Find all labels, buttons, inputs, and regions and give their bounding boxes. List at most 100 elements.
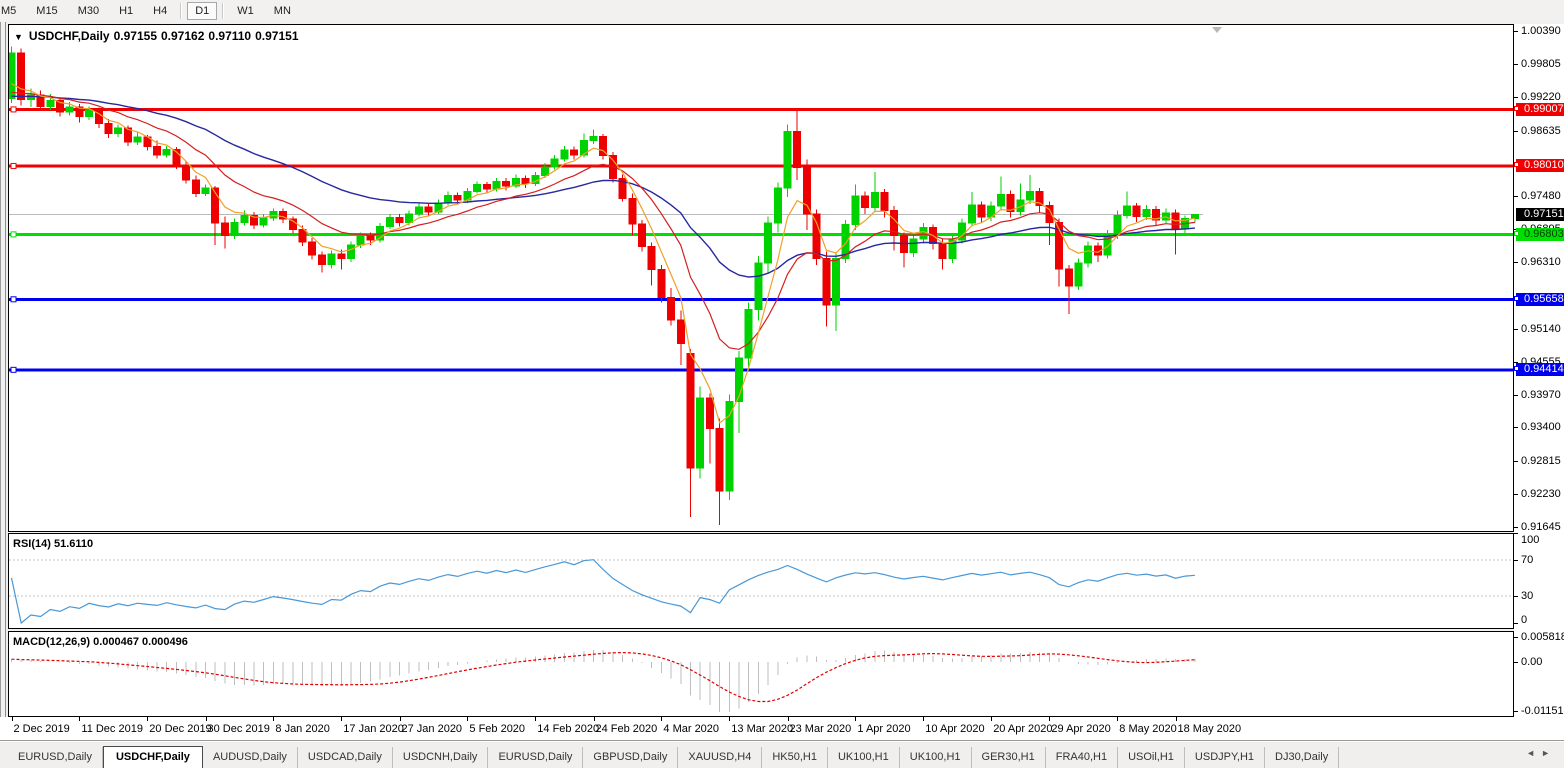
chart-tab-gbpusd-daily[interactable]: GBPUSD,Daily xyxy=(583,747,678,768)
axis-tick xyxy=(1514,494,1518,495)
chart-tab-usdcad-daily[interactable]: USDCAD,Daily xyxy=(298,747,393,768)
price-axis-label: 0.91645 xyxy=(1521,521,1561,533)
candles-layer xyxy=(9,46,1198,525)
chart-tab-usoil-h1[interactable]: USOil,H1 xyxy=(1118,747,1185,768)
level-right-handle[interactable] xyxy=(1514,366,1519,371)
macd-canvas xyxy=(9,632,1513,716)
chart-title: ▼USDCHF,Daily0.971550.971620.971100.9715… xyxy=(14,29,303,43)
ohlc-low: 0.97110 xyxy=(208,29,251,43)
date-tick xyxy=(535,717,536,721)
macd-indicator-pane[interactable] xyxy=(8,631,1514,717)
chart-tab-ger30-h1[interactable]: GER30,H1 xyxy=(972,747,1046,768)
level-right-handle[interactable] xyxy=(1514,106,1519,111)
tab-scroll-right-icon[interactable]: ► xyxy=(1541,748,1556,758)
axis-tick xyxy=(1514,31,1518,32)
ma-slow-line xyxy=(12,96,1195,277)
macd-histogram xyxy=(12,650,1195,712)
date-tick xyxy=(729,717,730,721)
tab-scroll-arrows[interactable]: ◄► xyxy=(1526,748,1556,758)
axis-tick xyxy=(1514,64,1518,65)
date-label: 5 Feb 2020 xyxy=(469,723,525,735)
timeframe-button-h4[interactable]: H4 xyxy=(145,2,175,20)
price-axis-label: 0.93400 xyxy=(1521,421,1561,433)
rsi-indicator-pane[interactable] xyxy=(8,533,1514,629)
axis-tick xyxy=(1514,662,1518,663)
level-left-handle[interactable] xyxy=(11,232,16,237)
axis-tick xyxy=(1514,623,1518,624)
timeframe-button-d1[interactable]: D1 xyxy=(187,2,217,20)
level-price-tag-0.95658: 0.95658 xyxy=(1516,293,1564,306)
timeframe-button-h1[interactable]: H1 xyxy=(111,2,141,20)
chart-tab-uk100-h1[interactable]: UK100,H1 xyxy=(828,747,900,768)
ohlc-open: 0.97155 xyxy=(114,29,157,43)
chart-shift-marker-icon[interactable] xyxy=(1212,27,1222,33)
toolbar-separator xyxy=(180,3,182,19)
level-left-handle[interactable] xyxy=(11,107,16,112)
timeframe-button-m30[interactable]: M30 xyxy=(70,2,107,20)
axis-tick xyxy=(1514,131,1518,132)
chart-tab-usdjpy-h1[interactable]: USDJPY,H1 xyxy=(1185,747,1265,768)
chart-tab-eurusd-daily[interactable]: EURUSD,Daily xyxy=(8,747,103,768)
date-tick xyxy=(467,717,468,721)
date-label: 2 Dec 2019 xyxy=(14,723,70,735)
date-tick xyxy=(79,717,80,721)
price-axis-label: 0.95140 xyxy=(1521,323,1561,335)
chart-tab-uk100-h1[interactable]: UK100,H1 xyxy=(900,747,972,768)
rsi-axis-label: 30 xyxy=(1521,590,1533,602)
price-axis-label: 0.99805 xyxy=(1521,58,1561,70)
timeframe-button-w1[interactable]: W1 xyxy=(229,2,262,20)
level-right-handle[interactable] xyxy=(1514,231,1519,236)
macd-label: MACD(12,26,9) 0.000467 0.000496 xyxy=(13,636,188,648)
date-label: 8 Jan 2020 xyxy=(275,723,329,735)
chart-tab-usdcnh-daily[interactable]: USDCNH,Daily xyxy=(393,747,489,768)
price-chart-pane[interactable] xyxy=(8,24,1514,532)
chart-symbol-period: USDCHF,Daily xyxy=(29,29,110,43)
price-axis-label: 0.92230 xyxy=(1521,488,1561,500)
tab-scroll-left-icon[interactable]: ◄ xyxy=(1526,748,1541,758)
macd-axis-label: -0.011514 xyxy=(1521,705,1564,717)
level-right-handle[interactable] xyxy=(1514,162,1519,167)
chart-tab-xauusd-h4[interactable]: XAUUSD,H4 xyxy=(678,747,762,768)
axis-tick xyxy=(1514,427,1518,428)
chart-menu-dropdown-icon[interactable]: ▼ xyxy=(14,32,23,42)
price-axis-label: 0.98635 xyxy=(1521,125,1561,137)
axis-tick xyxy=(1514,711,1518,712)
date-label: 23 Mar 2020 xyxy=(790,723,852,735)
timeframe-button-mn[interactable]: MN xyxy=(266,2,299,20)
axis-tick xyxy=(1514,97,1518,98)
axis-tick xyxy=(1514,527,1518,528)
level-right-handle[interactable] xyxy=(1514,296,1519,301)
rsi-axis-label: 70 xyxy=(1521,554,1533,566)
date-label: 29 Apr 2020 xyxy=(1051,723,1110,735)
chart-tab-eurusd-daily[interactable]: EURUSD,Daily xyxy=(488,747,583,768)
price-axis-label: 0.96310 xyxy=(1521,256,1561,268)
date-tick xyxy=(273,717,274,721)
level-left-handle[interactable] xyxy=(11,163,16,168)
axis-tick xyxy=(1514,560,1518,561)
level-price-tag-0.98010: 0.98010 xyxy=(1516,159,1564,172)
chart-tab-fra40-h1[interactable]: FRA40,H1 xyxy=(1046,747,1118,768)
level-price-tag-0.96803: 0.96803 xyxy=(1516,228,1564,241)
date-tick xyxy=(400,717,401,721)
date-tick xyxy=(855,717,856,721)
price-axis-label: 0.92815 xyxy=(1521,455,1561,467)
timeframe-button-m15[interactable]: M15 xyxy=(28,2,65,20)
level-left-handle[interactable] xyxy=(11,367,16,372)
timeframe-button-m5[interactable]: M5 xyxy=(0,2,24,20)
chart-tab-usdchf-daily[interactable]: USDCHF,Daily xyxy=(103,746,203,768)
chart-tab-audusd-daily[interactable]: AUDUSD,Daily xyxy=(203,747,298,768)
candlestick-canvas xyxy=(9,25,1513,531)
date-label: 11 Dec 2019 xyxy=(81,723,143,735)
date-tick xyxy=(1176,717,1177,721)
price-axis-label: 0.99220 xyxy=(1521,91,1561,103)
date-tick xyxy=(341,717,342,721)
date-tick xyxy=(661,717,662,721)
axis-tick xyxy=(1514,196,1518,197)
level-left-handle[interactable] xyxy=(11,297,16,302)
chart-tab-dj30-daily[interactable]: DJ30,Daily xyxy=(1265,747,1339,768)
axis-tick xyxy=(1514,637,1518,638)
ma-medium-line xyxy=(12,92,1195,349)
date-tick xyxy=(12,717,13,721)
chart-tab-hk50-h1[interactable]: HK50,H1 xyxy=(762,747,828,768)
rsi-line xyxy=(12,560,1195,623)
